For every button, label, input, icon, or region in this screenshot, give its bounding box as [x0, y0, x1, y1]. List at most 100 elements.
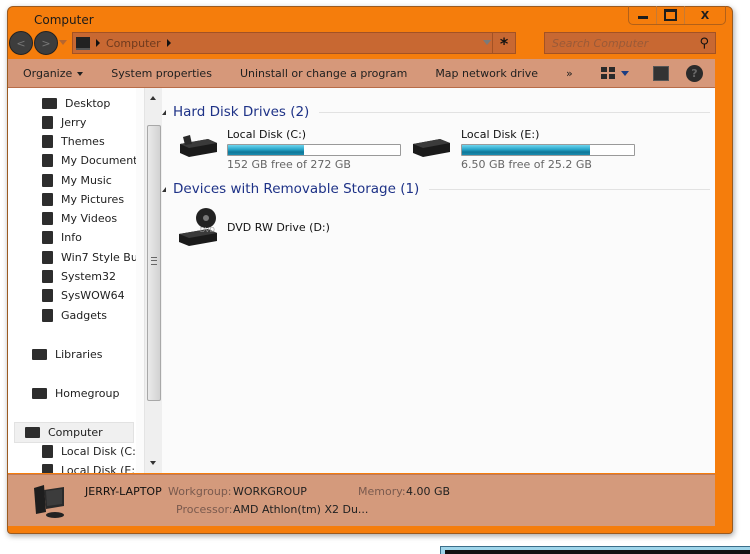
- view-options-dropdown[interactable]: [621, 70, 629, 76]
- nav-item-label: My Documents: [61, 154, 136, 167]
- system-drive-icon: [180, 135, 217, 157]
- nav-item-label: Local Disk (C:): [61, 445, 136, 458]
- drive-icon: [42, 464, 53, 473]
- nav-item-info[interactable]: Info: [42, 228, 82, 247]
- nav-item-computer[interactable]: Computer: [14, 422, 134, 443]
- organize-button[interactable]: Organize: [23, 66, 84, 80]
- group-title: Devices with Removable Storage (1): [173, 181, 420, 197]
- nav-item-homegroup[interactable]: Homegroup: [32, 384, 119, 403]
- system-properties-button[interactable]: System properties: [111, 67, 212, 80]
- forward-arrow-icon: >: [41, 36, 51, 50]
- address-dropdown-icon[interactable]: [483, 40, 491, 45]
- window-title: Computer: [34, 13, 94, 27]
- group-title: Hard Disk Drives (2): [173, 104, 310, 120]
- nav-item-label: My Pictures: [61, 193, 125, 206]
- scroll-down-icon[interactable]: [150, 461, 156, 465]
- drive-item-e[interactable]: Local Disk (E:) 6.50 GB free of 25.2 GB: [412, 128, 642, 173]
- nav-item-jerry[interactable]: Jerry: [42, 113, 86, 132]
- nav-item-syswow64[interactable]: SysWOW64: [42, 286, 125, 305]
- nav-item-label: Themes: [61, 135, 105, 148]
- search-input[interactable]: Search Computer ⚲: [544, 32, 716, 54]
- uninstall-program-button[interactable]: Uninstall or change a program: [240, 67, 407, 80]
- minimize-button[interactable]: [629, 6, 657, 24]
- close-button[interactable]: X: [685, 6, 725, 24]
- pictures-icon: [42, 193, 53, 206]
- nav-item-win7-style-builder[interactable]: Win7 Style Builder: [42, 248, 136, 267]
- nav-item-label: Local Disk (E:): [61, 464, 136, 473]
- favorite-star-button[interactable]: *: [492, 33, 515, 53]
- drive-icon: [413, 139, 450, 157]
- more-commands-button[interactable]: »: [566, 67, 573, 80]
- nav-item-label: Gadgets: [61, 309, 108, 322]
- scroll-up-icon[interactable]: [150, 96, 156, 100]
- navigation-pane: Desktop Jerry Themes My Documents My Music My…: [8, 88, 136, 473]
- details-pane: JERRY-LAPTOP Workgroup: WORKGROUP Memory…: [8, 474, 715, 526]
- nav-item-label: Jerry: [61, 116, 87, 129]
- nav-item-themes[interactable]: Themes: [42, 132, 105, 151]
- minimize-icon: [637, 16, 648, 19]
- drive-usage-bar: [227, 144, 401, 156]
- folder-icon: [42, 289, 53, 302]
- drive-usage-fill: [228, 145, 304, 155]
- computer-name: JERRY-LAPTOP: [85, 485, 162, 498]
- nav-item-desktop[interactable]: Desktop: [42, 94, 110, 113]
- memory-value: 4.00 GB: [406, 485, 451, 498]
- breadcrumb-separator-icon[interactable]: [166, 39, 171, 47]
- nav-item-local-disk-e[interactable]: Local Disk (E:): [42, 461, 136, 473]
- breadcrumb-separator-icon[interactable]: [96, 39, 100, 47]
- preview-pane-icon[interactable]: [653, 65, 669, 81]
- nav-item-my-pictures[interactable]: My Pictures: [42, 190, 124, 209]
- maximize-button[interactable]: [657, 6, 685, 24]
- nav-item-label: My Videos: [61, 212, 118, 225]
- nav-item-label: System32: [61, 270, 117, 283]
- nav-item-my-videos[interactable]: My Videos: [42, 209, 117, 228]
- group-divider: [429, 188, 710, 190]
- scroll-thumb[interactable]: [147, 125, 161, 401]
- drive-usage-fill: [462, 145, 590, 155]
- nav-scrollbar[interactable]: [144, 88, 162, 473]
- nav-item-gadgets[interactable]: Gadgets: [42, 306, 107, 325]
- folder-icon: [42, 116, 53, 129]
- documents-icon: [42, 154, 53, 167]
- nav-item-system32[interactable]: System32: [42, 267, 116, 286]
- group-hard-disk-drives[interactable]: Hard Disk Drives (2): [162, 104, 710, 120]
- drive-name: Local Disk (E:): [461, 128, 540, 141]
- nav-item-my-music[interactable]: My Music: [42, 171, 112, 190]
- group-removable-storage[interactable]: Devices with Removable Storage (1): [162, 181, 710, 197]
- nav-item-libraries[interactable]: Libraries: [32, 345, 103, 364]
- search-placeholder: Search Computer: [552, 36, 649, 50]
- back-button[interactable]: <: [9, 31, 33, 55]
- libraries-icon: [32, 349, 47, 360]
- folder-icon: [42, 270, 53, 283]
- nav-item-label: Homegroup: [55, 387, 120, 400]
- back-arrow-icon: <: [16, 36, 26, 50]
- address-bar[interactable]: Computer *: [72, 32, 516, 54]
- help-icon[interactable]: ?: [686, 64, 703, 82]
- change-view-icon[interactable]: [601, 67, 615, 79]
- drive-name: Local Disk (C:): [227, 128, 307, 141]
- collapse-triangle-icon[interactable]: [162, 186, 166, 192]
- nav-item-my-documents[interactable]: My Documents: [42, 151, 136, 170]
- organize-label: Organize: [23, 66, 73, 80]
- nav-item-local-disk-c[interactable]: Local Disk (C:): [42, 442, 136, 461]
- search-icon[interactable]: ⚲: [699, 36, 709, 51]
- computer-icon: [25, 427, 40, 438]
- drive-item-d[interactable]: DVD DVD RW Drive (D:): [178, 206, 378, 248]
- nav-item-label: SysWOW64: [61, 289, 125, 302]
- collapse-triangle-icon[interactable]: [162, 109, 166, 115]
- forward-button[interactable]: >: [34, 31, 58, 55]
- nav-item-label: Win7 Style Builder: [61, 251, 136, 264]
- folder-icon: [42, 251, 53, 264]
- caption-buttons: X: [628, 6, 726, 25]
- folder-icon: [42, 309, 53, 322]
- system-drive-icon: [42, 445, 53, 458]
- breadcrumb-computer[interactable]: Computer: [106, 37, 161, 50]
- computer-icon: [76, 36, 90, 50]
- memory-label: Memory:: [358, 485, 406, 498]
- workgroup-label: Workgroup:: [168, 485, 232, 498]
- desktop-icon: [42, 98, 57, 109]
- recent-pages-dropdown[interactable]: [59, 40, 67, 45]
- map-network-drive-button[interactable]: Map network drive: [435, 67, 538, 80]
- drive-item-c[interactable]: Local Disk (C:) 152 GB free of 272 GB: [178, 128, 408, 173]
- drive-name: DVD RW Drive (D:): [227, 221, 330, 234]
